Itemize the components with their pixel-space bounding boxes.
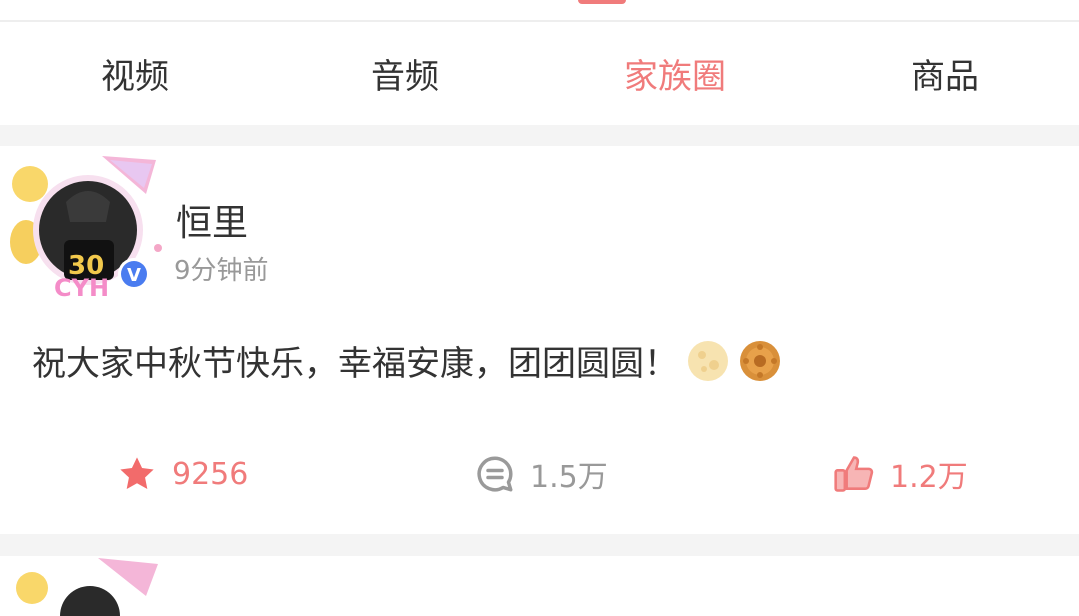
avatar[interactable]: 30 V CYH [6,150,166,302]
svg-text:CYH: CYH [54,274,109,300]
tab-bar: 视频 音频 家族圈 商品 [0,22,1079,125]
favorite-button[interactable]: 9256 [116,446,248,502]
tab-audio[interactable]: 音频 [305,22,505,125]
favorite-count: 9256 [172,456,249,492]
moon-icon [686,339,730,383]
post-text: 祝大家中秋节快乐，幸福安康，团团圆圆！ [32,344,678,384]
author-name[interactable]: 恒里 [176,194,248,246]
next-avatar-frame [16,558,158,616]
post-content: 祝大家中秋节快乐，幸福安康，团团圆圆！ [32,336,782,385]
star-icon [116,453,158,495]
top-indicator [578,0,626,4]
top-bar [0,0,1079,22]
post-card: 30 V CYH 恒里 9分钟前 祝大家中秋节快乐，幸福安康，团团圆圆！ 925… [0,146,1079,534]
avatar-frame: 30 V CYH [10,156,162,302]
like-button[interactable]: 1.2万 [832,446,968,502]
tab-video[interactable]: 视频 [35,22,235,125]
svg-text:V: V [127,265,141,286]
tab-products[interactable]: 商品 [845,22,1045,125]
post-timestamp: 9分钟前 [174,256,269,286]
tab-family-circle[interactable]: 家族圈 [575,22,775,125]
comment-button[interactable]: 1.5万 [474,446,608,502]
comment-count: 1.5万 [530,460,608,495]
comment-icon [474,453,516,495]
mooncake-icon [738,339,782,383]
thumbs-up-icon [832,452,876,496]
like-count: 1.2万 [890,460,968,495]
next-post-card [0,556,1079,616]
